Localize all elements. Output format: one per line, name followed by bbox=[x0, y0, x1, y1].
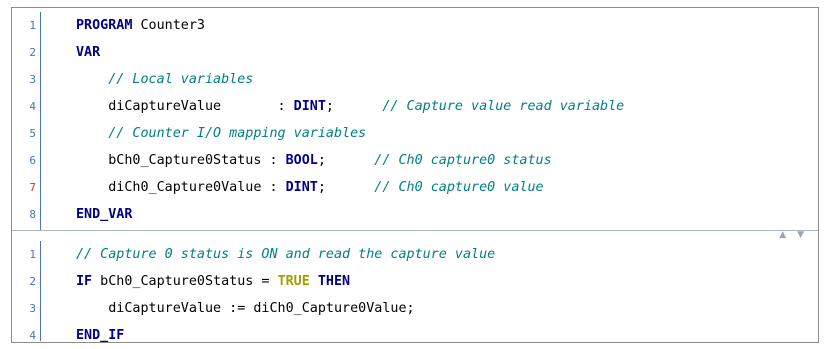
code-line[interactable]: 6 bCh0_Capture0Status : BOOL; // Ch0 cap… bbox=[12, 147, 818, 174]
code-text[interactable]: IF bCh0_Capture0Status = TRUE THEN bbox=[76, 268, 350, 295]
code-line[interactable]: 7 diCh0_Capture0Value : DINT; // Ch0 cap… bbox=[12, 174, 818, 201]
line-number: 4 bbox=[29, 329, 36, 342]
code-text[interactable]: diCaptureValue := diCh0_Capture0Value; bbox=[76, 295, 415, 322]
code-token: diCaptureValue := diCh0_Capture0Value; bbox=[76, 301, 415, 316]
code-token: ; bbox=[317, 153, 375, 168]
keyword-token: DINT bbox=[293, 99, 326, 114]
code-line[interactable]: 4 END_IF bbox=[12, 322, 818, 343]
code-token: bCh0_Capture0Status = bbox=[92, 274, 278, 289]
code-line[interactable]: 3 // Local variables bbox=[12, 66, 818, 93]
code-line[interactable]: 2 IF bCh0_Capture0Status = TRUE THEN bbox=[12, 268, 818, 295]
comment-token: // Ch0 capture0 status bbox=[374, 153, 552, 168]
line-number: 4 bbox=[29, 100, 36, 113]
comment-token: // Capture 0 status is ON and read the c… bbox=[76, 247, 496, 262]
comment-token: // Ch0 capture0 value bbox=[374, 180, 544, 195]
comment-token: // Local variables bbox=[76, 72, 254, 87]
keyword-token: IF bbox=[76, 274, 93, 289]
code-text[interactable]: // Local variables bbox=[76, 66, 253, 93]
code-token: bCh0_Capture0Status : bbox=[76, 153, 286, 168]
line-number: 3 bbox=[29, 302, 36, 315]
line-number: 5 bbox=[29, 127, 36, 140]
line-number: 1 bbox=[29, 248, 36, 261]
code-token: ; bbox=[325, 99, 383, 114]
code-text[interactable]: VAR bbox=[76, 39, 100, 66]
code-text[interactable]: // Capture 0 status is ON and read the c… bbox=[76, 241, 495, 268]
code-text[interactable]: // Counter I/O mapping variables bbox=[76, 120, 366, 147]
code-token: ; bbox=[317, 180, 375, 195]
code-text[interactable]: PROGRAM Counter3 bbox=[76, 12, 205, 39]
line-number: 6 bbox=[29, 154, 36, 167]
code-token: Counter3 bbox=[132, 18, 205, 33]
code-token: diCaptureValue : bbox=[76, 99, 294, 114]
code-text[interactable]: END_IF bbox=[76, 322, 125, 343]
code-text[interactable]: diCh0_Capture0Value : DINT; // Ch0 captu… bbox=[76, 174, 544, 201]
line-number: 7 bbox=[29, 181, 36, 194]
code-line[interactable]: 4 diCaptureValue : DINT; // Capture valu… bbox=[12, 93, 818, 120]
line-number: 1 bbox=[29, 19, 36, 32]
code-line[interactable]: 1 PROGRAM Counter3 bbox=[12, 12, 818, 39]
line-number: 2 bbox=[29, 46, 36, 59]
code-text[interactable]: END_VAR bbox=[76, 201, 132, 228]
declaration-editor[interactable]: 1 PROGRAM Counter3 2 VAR 3 // Local variable… bbox=[12, 12, 818, 230]
keyword-token: END_IF bbox=[76, 328, 125, 343]
line-number: 3 bbox=[29, 73, 36, 86]
implementation-editor[interactable]: 1 // Capture 0 status is ON and read the … bbox=[12, 241, 818, 343]
code-token: diCh0_Capture0Value : bbox=[76, 180, 286, 195]
keyword-token: THEN bbox=[317, 274, 351, 289]
code-line[interactable]: 1 // Capture 0 status is ON and read the … bbox=[12, 241, 818, 268]
splitter-arrows-icon[interactable]: ▲ ▼ bbox=[779, 231, 808, 240]
code-line[interactable]: 2 VAR bbox=[12, 39, 818, 66]
literal-token: TRUE bbox=[277, 274, 310, 289]
line-number: 8 bbox=[29, 208, 36, 221]
comment-token: // Counter I/O mapping variables bbox=[76, 126, 367, 141]
code-line[interactable]: 3 diCaptureValue := diCh0_Capture0Value; bbox=[12, 295, 818, 322]
line-number: 2 bbox=[29, 275, 36, 288]
comment-token: // Capture value read variable bbox=[382, 99, 625, 114]
keyword-token: PROGRAM bbox=[76, 18, 133, 33]
keyword-token: END_VAR bbox=[76, 207, 133, 222]
keyword-token: VAR bbox=[76, 45, 101, 60]
keyword-token: BOOL bbox=[285, 153, 318, 168]
code-line[interactable]: 8 END_VAR bbox=[12, 201, 818, 228]
pou-editor: 1 PROGRAM Counter3 2 VAR 3 // Local variable… bbox=[11, 7, 819, 343]
code-text[interactable]: bCh0_Capture0Status : BOOL; // Ch0 captu… bbox=[76, 147, 552, 174]
code-line[interactable]: 5 // Counter I/O mapping variables bbox=[12, 120, 818, 147]
code-text[interactable]: diCaptureValue : DINT; // Capture value … bbox=[76, 93, 624, 120]
keyword-token: DINT bbox=[285, 180, 318, 195]
